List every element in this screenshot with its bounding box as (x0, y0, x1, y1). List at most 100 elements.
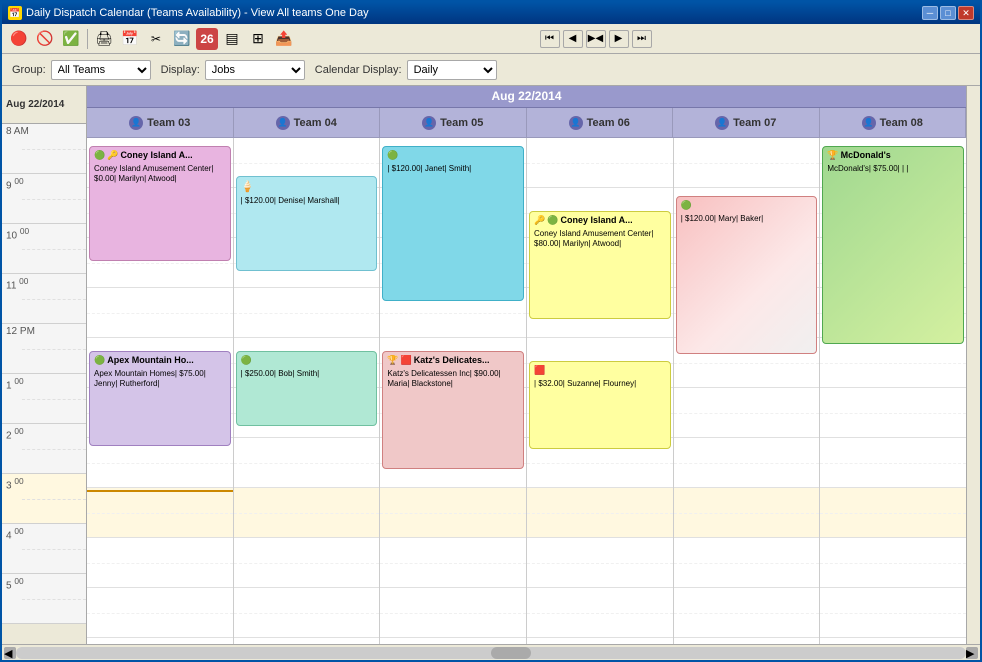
team-03-label: Team 03 (147, 117, 190, 129)
team-07-label: Team 07 (733, 117, 776, 129)
event-title: 🟢 Apex Mountain Ho... (94, 355, 226, 367)
nav-last-button[interactable]: ⏭ (632, 30, 652, 48)
event-details: | $32.00| Suzanne| Flourney| (534, 379, 666, 389)
calendar-grid: Aug 22/2014 👤 Team 03 👤 Team 04 👤 Team 0… (87, 86, 966, 644)
scrollbar-area (966, 86, 980, 644)
maximize-button[interactable]: □ (940, 6, 956, 20)
main-window: 📅 Daily Dispatch Calendar (Teams Availab… (0, 0, 982, 662)
team-header-08: 👤 Team 08 (820, 108, 967, 137)
event-title: 🔑🟢 Coney Island A... (534, 215, 666, 227)
event-t05-janet[interactable]: 🟢 | $120.00| Janet| Smith| (382, 146, 524, 301)
event-details: | $120.00| Mary| Baker| (681, 214, 813, 224)
team-08-icon: 👤 (862, 116, 876, 130)
toolbar: 🔴 🚫 ✅ 🖨 📅 ✂ 🔄 26 ▤ ⊞ 📤 ⏮ ◀ ▶◀ ▶ ⏭ (2, 24, 980, 54)
team-08-label: Team 08 (880, 117, 923, 129)
time-slot-12pm: 12 PM (2, 324, 86, 374)
delete-button[interactable]: ✂ (144, 28, 168, 50)
view1-button[interactable]: ▤ (220, 28, 244, 50)
event-details: | $250.00| Bob| Smith| (241, 369, 373, 379)
time-slot-11: 11 00 (2, 274, 86, 324)
calendar-body[interactable]: 🟢🔑 Coney Island A... Coney Island Amusem… (87, 138, 966, 644)
scroll-left-button[interactable]: ◀ (4, 647, 16, 659)
time-slot-9: 9 00 (2, 174, 86, 224)
team-05-icon: 👤 (422, 116, 436, 130)
display-label: Display: (161, 64, 200, 76)
export-button[interactable]: 📤 (272, 28, 296, 50)
calendar-button[interactable]: 📅 (118, 28, 142, 50)
title-bar: 📅 Daily Dispatch Calendar (Teams Availab… (2, 2, 980, 24)
team-03-icon: 👤 (129, 116, 143, 130)
time-slot-5pm: 5 00 (2, 574, 86, 624)
group-label: Group: (12, 64, 46, 76)
date-picker-button[interactable]: 26 (196, 28, 218, 50)
window-controls: ─ □ ✕ (922, 6, 974, 20)
event-t04-denise[interactable]: 🍦 | $120.00| Denise| Marshall| (236, 176, 378, 271)
nav-first-button[interactable]: ⏮ (540, 30, 560, 48)
time-slot-8am: 8 AM (2, 124, 86, 174)
event-details: McDonald's| $75.00| | | (827, 164, 959, 174)
event-t06-suzanne[interactable]: 🟥 | $32.00| Suzanne| Flourney| (529, 361, 671, 449)
nav-next-prev-button[interactable]: ▶◀ (586, 30, 606, 48)
calendar-container: Aug 22/2014 8 AM 9 00 10 00 11 00 12 PM … (2, 86, 980, 644)
team-header-04: 👤 Team 04 (234, 108, 381, 137)
event-title: 🟥 (534, 365, 666, 377)
team-04-icon: 👤 (276, 116, 290, 130)
scrollbar-thumb[interactable] (491, 647, 531, 659)
event-t08-mcdonalds[interactable]: 🏆 McDonald's McDonald's| $75.00| | | (822, 146, 964, 344)
current-time-line (87, 490, 233, 492)
team-header-03: 👤 Team 03 (87, 108, 234, 137)
event-details: Coney Island Amusement Center| $0.00| Ma… (94, 164, 226, 185)
event-t03-apex-mountain[interactable]: 🟢 Apex Mountain Ho... Apex Mountain Home… (89, 351, 231, 446)
team-04-label: Team 04 (294, 117, 337, 129)
minimize-button[interactable]: ─ (922, 6, 938, 20)
date-header: Aug 22/2014 (87, 86, 966, 108)
nav-prev-button[interactable]: ◀ (563, 30, 583, 48)
close-button[interactable]: ✕ (958, 6, 974, 20)
time-slots: 8 AM 9 00 10 00 11 00 12 PM 1 00 2 00 3 … (2, 124, 86, 624)
left-date-header: Aug 22/2014 (2, 86, 87, 124)
time-slot-4pm: 4 00 (2, 524, 86, 574)
event-title: 🍦 (241, 180, 373, 194)
display-select[interactable]: Jobs (205, 60, 305, 80)
team-07-icon: 👤 (715, 116, 729, 130)
new-button[interactable]: 🔴 (7, 28, 31, 50)
display-filter: Display: Jobs (161, 60, 305, 80)
print-button[interactable]: 🖨 (92, 28, 116, 50)
calendar-display-select[interactable]: Daily (407, 60, 497, 80)
nav-next-button[interactable]: ▶ (609, 30, 629, 48)
team-header-05: 👤 Team 05 (380, 108, 527, 137)
calendar-display-label: Calendar Display: (315, 64, 402, 76)
event-title: 🟢 (241, 355, 373, 367)
left-gutter: Aug 22/2014 8 AM 9 00 10 00 11 00 12 PM … (2, 86, 87, 644)
scrollbar-track[interactable] (16, 647, 966, 659)
event-details: Katz's Delicatessen Inc| $90.00| Maria| … (387, 369, 519, 390)
view2-button[interactable]: ⊞ (246, 28, 270, 50)
event-t06-coney-island[interactable]: 🔑🟢 Coney Island A... Coney Island Amusem… (529, 211, 671, 319)
event-title: 🟢 (387, 150, 519, 162)
cancel-button[interactable]: 🚫 (33, 28, 57, 50)
save-button[interactable]: ✅ (59, 28, 83, 50)
refresh-button[interactable]: 🔄 (170, 28, 194, 50)
group-filter: Group: All Teams (12, 60, 151, 80)
event-t05-katz[interactable]: 🏆🟥 Katz's Delicates... Katz's Delicatess… (382, 351, 524, 469)
event-t07-mary[interactable]: 🟢 | $120.00| Mary| Baker| (676, 196, 818, 354)
group-select[interactable]: All Teams (51, 60, 151, 80)
time-slot-10: 10 00 (2, 224, 86, 274)
calendar-display-filter: Calendar Display: Daily (315, 60, 497, 80)
team-05-label: Team 05 (440, 117, 483, 129)
horizontal-scrollbar[interactable]: ◀ ▶ (2, 644, 980, 660)
filter-bar: Group: All Teams Display: Jobs Calendar … (2, 54, 980, 86)
time-slot-1pm: 1 00 (2, 374, 86, 424)
team-03-column: 🟢🔑 Coney Island A... Coney Island Amusem… (87, 138, 234, 644)
scroll-right-button[interactable]: ▶ (966, 647, 978, 659)
time-slot-3pm: 3 00 (2, 474, 86, 524)
event-title: 🏆 McDonald's (827, 150, 959, 162)
toolbar-sep-1 (87, 29, 88, 49)
team-06-icon: 👤 (569, 116, 583, 130)
left-times: 8 AM 9 00 10 00 11 00 12 PM 1 00 2 00 3 … (2, 124, 87, 644)
team-04-column: 🍦 | $120.00| Denise| Marshall| 🟢 | $250.… (234, 138, 381, 644)
time-slot-2pm: 2 00 (2, 424, 86, 474)
team-header-07: 👤 Team 07 (673, 108, 820, 137)
event-t04-bob[interactable]: 🟢 | $250.00| Bob| Smith| (236, 351, 378, 426)
event-t03-coney-island[interactable]: 🟢🔑 Coney Island A... Coney Island Amusem… (89, 146, 231, 261)
